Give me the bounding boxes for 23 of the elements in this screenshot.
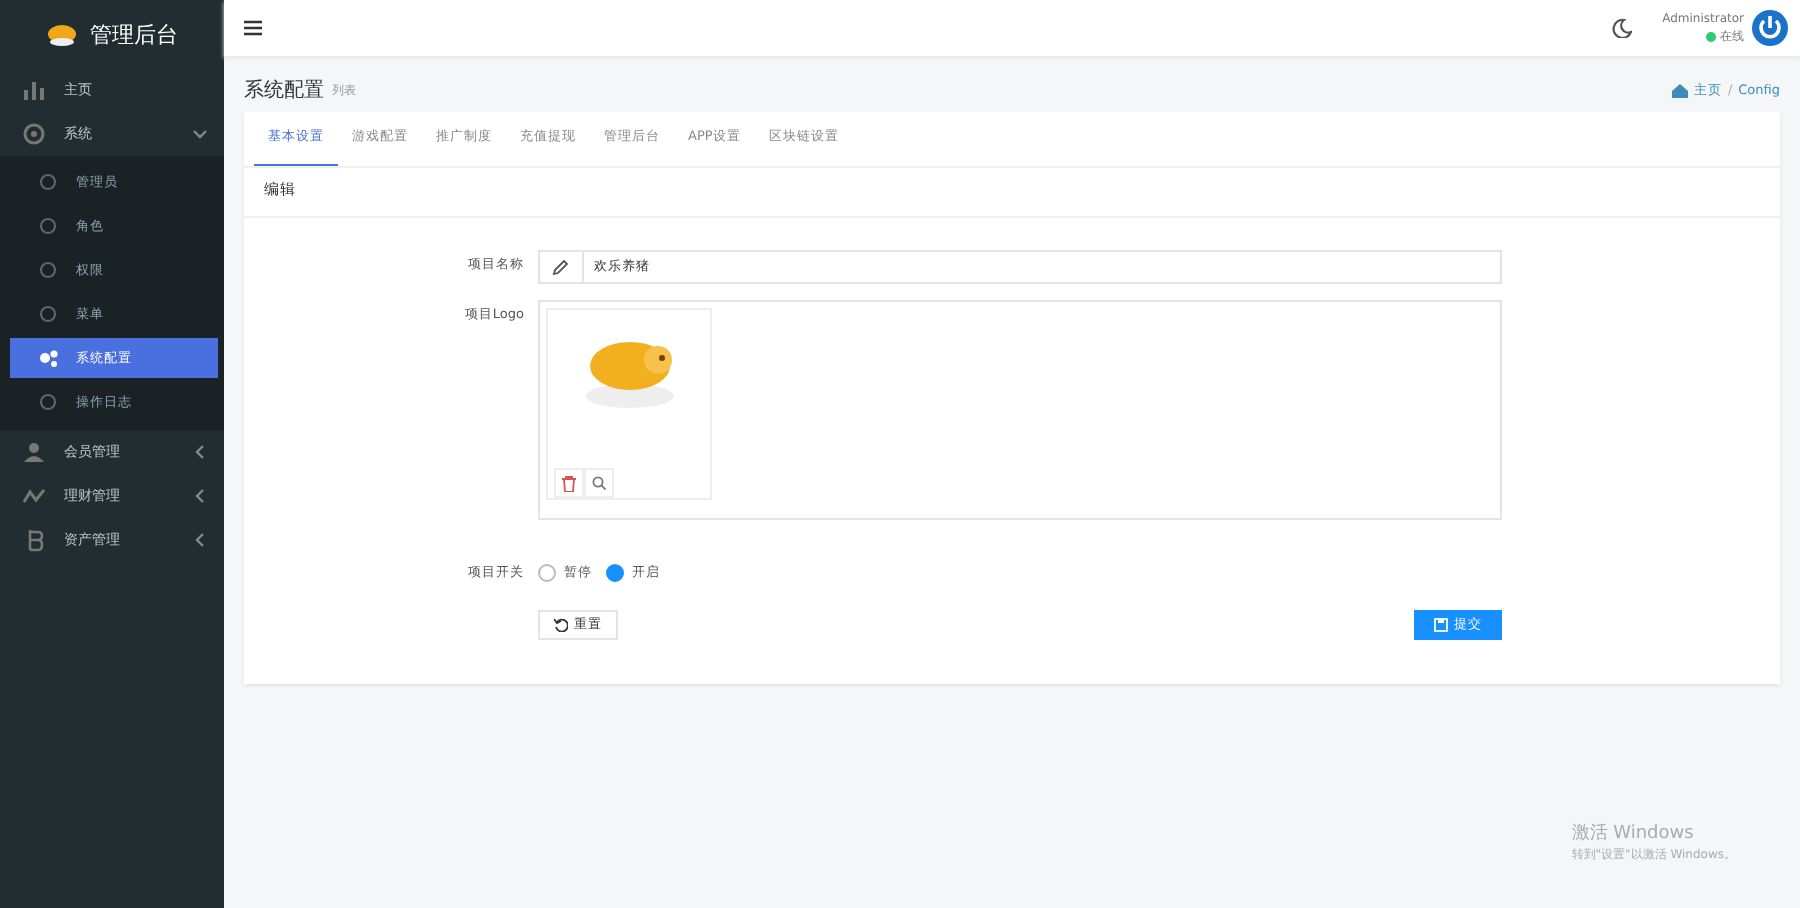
bar-chart-icon bbox=[22, 78, 46, 102]
circle-icon bbox=[38, 260, 58, 280]
status-dot-icon bbox=[1706, 31, 1716, 41]
person-icon bbox=[22, 440, 46, 464]
circle-icon bbox=[38, 172, 58, 192]
power-avatar-icon bbox=[1752, 10, 1788, 46]
home-icon bbox=[1671, 83, 1688, 97]
zoom-button[interactable] bbox=[584, 468, 614, 498]
circle-icon bbox=[38, 304, 58, 324]
page-title: 系统配置 bbox=[244, 77, 324, 104]
pencil-icon bbox=[552, 259, 568, 275]
search-icon bbox=[592, 476, 606, 490]
save-icon bbox=[1434, 618, 1448, 632]
delete-button[interactable] bbox=[554, 468, 584, 498]
menu-icon bbox=[244, 20, 262, 36]
line-chart-icon bbox=[22, 484, 46, 508]
circle-icon bbox=[38, 216, 58, 236]
brand-title: 管理后台 bbox=[90, 19, 178, 49]
trash-icon bbox=[562, 475, 576, 491]
moon-icon bbox=[1612, 18, 1633, 38]
circle-icon bbox=[38, 392, 58, 412]
activation-title: 激活 Windows bbox=[1571, 821, 1696, 846]
undo-icon bbox=[554, 618, 568, 632]
